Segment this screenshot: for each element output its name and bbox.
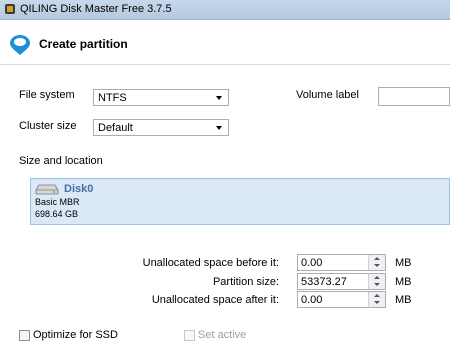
- unit-label: MB: [395, 276, 412, 288]
- partition-size-value: 53373.27: [301, 276, 347, 288]
- disk-name: Disk0: [64, 183, 94, 195]
- optimize-ssd-checkbox[interactable]: [19, 330, 30, 341]
- spinner-buttons[interactable]: [368, 292, 385, 307]
- header-divider: [0, 64, 450, 65]
- file-system-label: File system: [19, 89, 75, 101]
- cluster-size-value: Default: [98, 122, 133, 134]
- unallocated-after-label: Unallocated space after it:: [151, 294, 279, 306]
- unallocated-before-spinner[interactable]: 0.00: [297, 254, 386, 271]
- hard-drive-icon: [35, 184, 59, 195]
- title-bar[interactable]: QILING Disk Master Free 3.7.5: [0, 0, 450, 20]
- window-title: QILING Disk Master Free 3.7.5: [20, 3, 172, 15]
- volume-label-label: Volume label: [296, 89, 359, 101]
- disk-type: Basic MBR: [35, 197, 80, 207]
- partition-icon: [10, 35, 30, 55]
- unit-label: MB: [395, 294, 412, 306]
- unallocated-after-spinner[interactable]: 0.00: [297, 291, 386, 308]
- chevron-down-icon: [216, 96, 222, 100]
- unit-label: MB: [395, 257, 412, 269]
- file-system-dropdown[interactable]: NTFS: [93, 89, 229, 106]
- spinner-buttons[interactable]: [368, 274, 385, 289]
- unallocated-before-label: Unallocated space before it:: [142, 257, 279, 269]
- cluster-size-label: Cluster size: [19, 120, 77, 132]
- cluster-size-dropdown[interactable]: Default: [93, 119, 229, 136]
- optimize-ssd-label: Optimize for SSD: [33, 329, 118, 341]
- disk-size: 698.64 GB: [35, 209, 79, 219]
- disk-selector[interactable]: Disk0 Basic MBR 698.64 GB: [30, 178, 450, 225]
- set-active-checkbox[interactable]: [184, 330, 195, 341]
- unallocated-after-value: 0.00: [301, 294, 323, 306]
- file-system-value: NTFS: [98, 92, 127, 104]
- size-location-heading: Size and location: [19, 155, 103, 167]
- chevron-down-icon: [216, 126, 222, 130]
- dialog-title: Create partition: [39, 37, 128, 51]
- partition-size-label: Partition size:: [212, 276, 279, 288]
- disk-app-icon: [5, 4, 15, 14]
- volume-label-input[interactable]: [378, 87, 450, 106]
- spinner-buttons[interactable]: [368, 255, 385, 270]
- partition-size-spinner[interactable]: 53373.27: [297, 273, 386, 290]
- set-active-label: Set active: [198, 329, 247, 341]
- unallocated-before-value: 0.00: [301, 257, 323, 269]
